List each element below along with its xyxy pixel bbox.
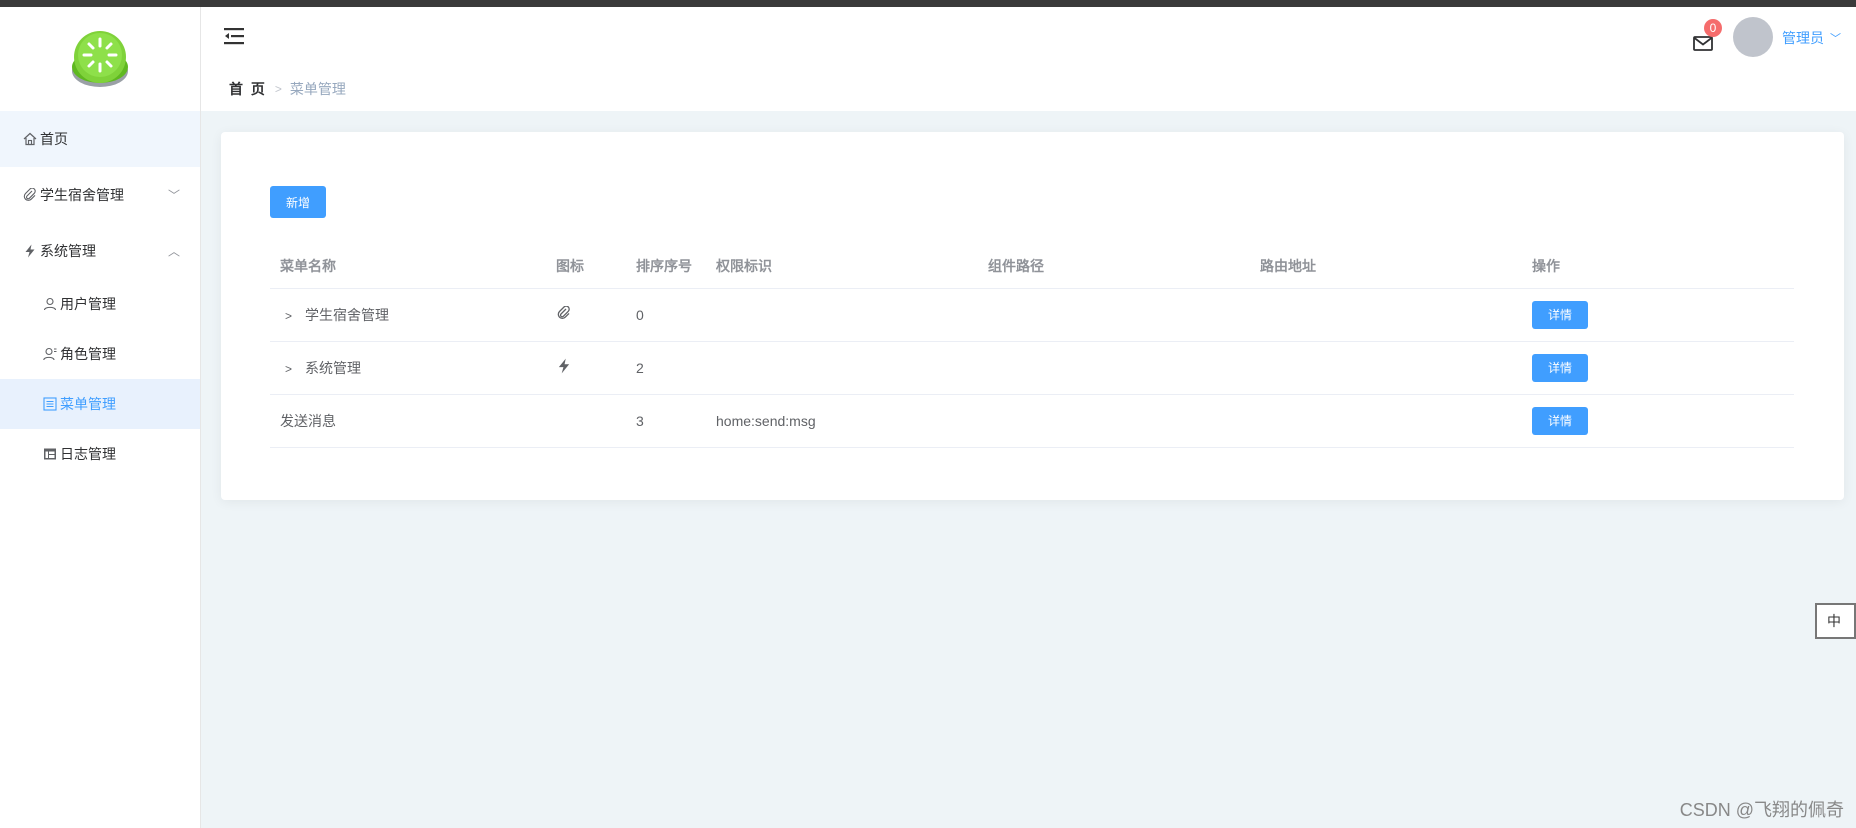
cell-icon xyxy=(546,394,626,448)
table-header-row: 菜单名称 图标 排序序号 权限标识 组件路径 路由地址 操作 xyxy=(270,244,1794,289)
hamburger-icon[interactable] xyxy=(223,25,245,47)
cell-actions: 详情 xyxy=(1522,394,1794,448)
menu-icon xyxy=(42,396,58,412)
column-header-icon: 图标 xyxy=(546,244,626,289)
detail-button[interactable]: 详情 xyxy=(1532,406,1588,435)
expand-icon[interactable]: > xyxy=(285,362,297,376)
expand-icon[interactable]: > xyxy=(285,309,297,323)
menu-name: 学生宿舍管理 xyxy=(305,306,389,323)
cell-actions: 详情 xyxy=(1522,288,1794,342)
cell-route xyxy=(1250,341,1522,395)
cell-order: 2 xyxy=(626,341,706,395)
chevron-down-icon: ﹀ xyxy=(167,188,180,203)
cell-permission xyxy=(706,288,978,342)
lightning-icon xyxy=(22,243,38,259)
detail-button[interactable]: 详情 xyxy=(1532,300,1588,329)
window-top-bar xyxy=(0,0,1856,7)
sidebar-item-users[interactable]: 用户管理 xyxy=(0,279,200,329)
cell-order: 3 xyxy=(626,394,706,448)
column-header-actions: 操作 xyxy=(1522,244,1794,289)
username: 管理员 xyxy=(1782,30,1824,46)
sidebar-item-home[interactable]: 首页 xyxy=(0,111,200,167)
log-icon xyxy=(42,446,58,462)
add-menu-button[interactable]: 新增 xyxy=(270,186,326,218)
sidebar: 首页 学生宿舍管理 ﹀ 系统管理 ︿ 用户管理 角色管理 菜单管理 日志管理 xyxy=(0,7,201,828)
home-icon xyxy=(22,131,38,147)
watermark: CSDN @飞翔的佩奇 xyxy=(1679,800,1844,820)
sidebar-item-dorm[interactable]: 学生宿舍管理 ﹀ xyxy=(0,167,200,223)
menu-name: 发送消息 xyxy=(280,412,336,429)
menu-table-card: 新增 菜单名称 图标 排序序号 权限标识 组件路径 路由地址 操作 > 学生宿舍管… xyxy=(221,132,1844,500)
sidebar-item-menus[interactable]: 菜单管理 xyxy=(0,379,200,429)
cell-component xyxy=(978,288,1250,342)
cell-permission xyxy=(706,341,978,395)
cell-route xyxy=(1250,394,1522,448)
column-header-name: 菜单名称 xyxy=(270,244,546,289)
breadcrumb-home[interactable]: 首 页 xyxy=(229,79,267,99)
table-row: 发送消息 3 home:send:msg 详情 xyxy=(270,394,1794,448)
breadcrumb-current: 菜单管理 xyxy=(289,81,346,97)
chevron-up-icon: ︿ xyxy=(167,244,180,259)
app-logo xyxy=(72,31,128,87)
cell-order: 0 xyxy=(626,288,706,342)
sidebar-item-label: 菜单管理 xyxy=(60,396,116,412)
column-header-order: 排序序号 xyxy=(626,244,706,289)
chevron-down-icon: ﹀ xyxy=(1830,33,1841,45)
ime-indicator[interactable]: 中 xyxy=(1815,603,1856,639)
user-dropdown[interactable]: 管理员 ﹀ xyxy=(1782,28,1841,48)
cell-component xyxy=(978,341,1250,395)
cell-actions: 详情 xyxy=(1522,341,1794,395)
cell-icon xyxy=(546,288,626,342)
sidebar-item-label: 用户管理 xyxy=(60,296,116,312)
chevron-right-icon: > xyxy=(274,82,282,96)
sidebar-item-roles[interactable]: 角色管理 xyxy=(0,329,200,379)
sidebar-item-label: 学生宿舍管理 xyxy=(40,187,124,203)
cell-icon xyxy=(546,341,626,395)
cell-permission: home:send:msg xyxy=(706,394,978,448)
sidebar-item-label: 首页 xyxy=(40,131,68,147)
breadcrumb: 首 页 > 菜单管理 xyxy=(229,79,346,99)
table-row: > 学生宿舍管理 0 详情 xyxy=(270,288,1794,342)
cell-component xyxy=(978,394,1250,448)
cell-name: > 学生宿舍管理 xyxy=(270,288,546,342)
top-header: 首 页 > 菜单管理 0 管理员 ﹀ xyxy=(201,7,1856,111)
sidebar-item-label: 角色管理 xyxy=(60,346,116,362)
table-row: > 系统管理 2 详情 xyxy=(270,341,1794,395)
menu-name: 系统管理 xyxy=(305,359,361,376)
paperclip-icon xyxy=(556,305,572,323)
sidebar-item-label: 日志管理 xyxy=(60,446,116,462)
role-icon xyxy=(42,346,58,362)
sidebar-item-label: 系统管理 xyxy=(40,243,96,259)
user-icon xyxy=(42,296,58,312)
column-header-route: 路由地址 xyxy=(1250,244,1522,289)
sidebar-nav: 首页 学生宿舍管理 ﹀ 系统管理 ︿ 用户管理 角色管理 菜单管理 日志管理 xyxy=(0,111,200,479)
avatar[interactable] xyxy=(1733,17,1773,57)
notification-badge: 0 xyxy=(1704,19,1722,37)
paperclip-icon xyxy=(22,187,38,203)
menu-table: 菜单名称 图标 排序序号 权限标识 组件路径 路由地址 操作 > 学生宿舍管理 0… xyxy=(270,244,1794,448)
cell-name: 发送消息 xyxy=(270,394,546,448)
column-header-permission: 权限标识 xyxy=(706,244,978,289)
cell-name: > 系统管理 xyxy=(270,341,546,395)
lightning-icon xyxy=(556,358,572,377)
sidebar-item-logs[interactable]: 日志管理 xyxy=(0,429,200,479)
cell-route xyxy=(1250,288,1522,342)
column-header-component: 组件路径 xyxy=(978,244,1250,289)
sidebar-item-system[interactable]: 系统管理 ︿ xyxy=(0,223,200,279)
detail-button[interactable]: 详情 xyxy=(1532,353,1588,382)
